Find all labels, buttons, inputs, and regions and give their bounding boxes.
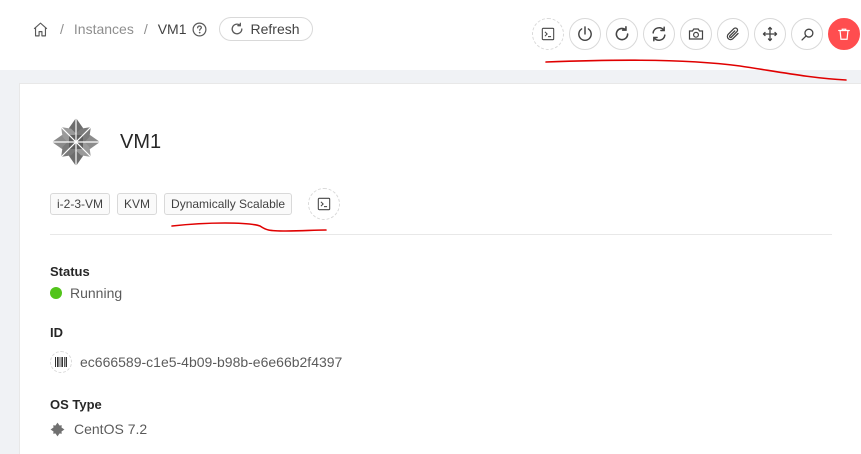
id-label: ID [50,325,63,340]
camera-icon [688,28,704,40]
os-type-text: CentOS 7.2 [74,421,148,437]
refresh-button[interactable]: Refresh [218,17,313,41]
centos-icon [50,422,65,437]
action-toolbar [532,18,860,50]
console-icon [541,27,555,41]
view-console-button[interactable] [308,188,341,220]
reboot-icon [615,26,629,41]
instance-uuid: ec666589-c1e5-4b09-b98b-e6e66b2f4397 [80,354,343,370]
breadcrumb-current: VM1 [157,21,187,37]
migrate-button[interactable] [754,18,786,50]
snapshot-button[interactable] [680,18,712,50]
status-label: Status [50,264,90,279]
dynamically-scalable-tag: Dynamically Scalable [164,193,293,215]
instance-id-tag: i-2-3-VM [50,193,111,215]
os-type-label: OS Type [50,397,102,412]
os-type-value: CentOS 7.2 [50,421,147,437]
vm-name: VM1 [120,131,162,153]
reinstall-button[interactable] [643,18,675,50]
home-icon[interactable] [30,19,50,39]
breadcrumb-separator: / [60,21,64,37]
top-bar: / Instances / VM1 Refresh [0,0,861,70]
breadcrumb: / Instances / VM1 Refresh [30,16,313,42]
barcode-icon[interactable] [50,351,72,373]
divider [50,234,832,235]
console-icon [317,197,331,211]
power-button[interactable] [569,18,601,50]
reload-icon [230,22,244,36]
hypervisor-tag: KVM [117,193,158,215]
running-status-dot [50,287,62,299]
search-icon [800,28,813,41]
delete-button[interactable] [828,18,860,50]
search-button[interactable] [791,18,823,50]
reboot-button[interactable] [606,18,638,50]
status-value: Running [50,285,122,301]
refresh-label: Refresh [250,21,300,37]
id-value: ec666589-c1e5-4b09-b98b-e6e66b2f4397 [50,351,342,373]
delete-icon [838,28,850,40]
status-text: Running [70,285,123,301]
drag-icon [762,26,778,42]
paperclip-icon [726,27,739,41]
tag-list: i-2-3-VM KVM Dynamically Scalable [50,188,341,220]
attach-iso-button[interactable] [717,18,749,50]
breadcrumb-separator: / [143,21,148,37]
view-console-button[interactable] [532,18,564,50]
question-circle-icon[interactable] [192,22,207,37]
sync-icon [652,26,666,42]
power-icon [578,26,592,42]
breadcrumb-instances-link[interactable]: Instances [74,21,134,37]
centos-logo [50,116,102,168]
instance-details-card: VM1 i-2-3-VM KVM Dynamically Scalable St… [19,83,861,454]
